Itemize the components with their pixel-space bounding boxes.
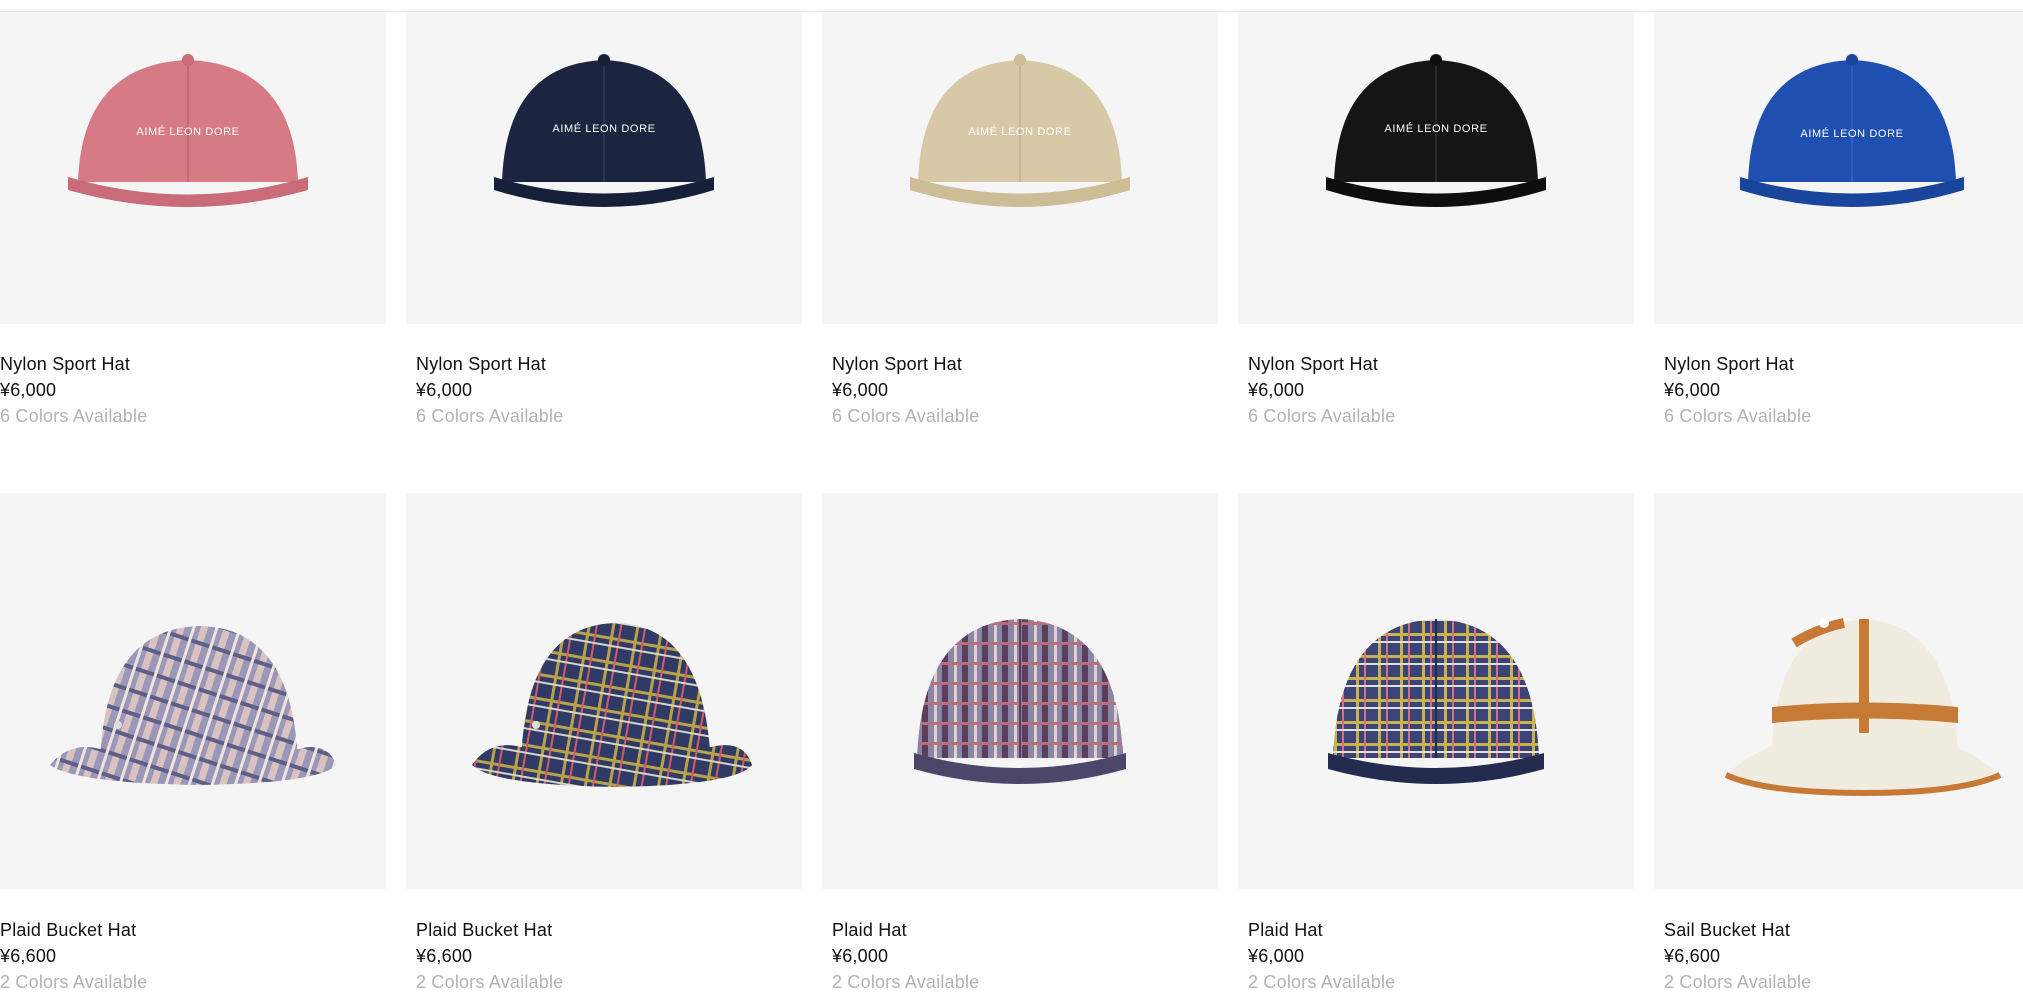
product-colors-available: 6 Colors Available: [1664, 406, 1812, 426]
product-name[interactable]: Plaid Bucket Hat: [416, 918, 563, 942]
product-image[interactable]: AIMÉ LEON DORE: [406, 12, 802, 324]
product-image[interactable]: [1238, 493, 1634, 889]
bucket-hat-icon: [472, 623, 752, 787]
product-image[interactable]: AIMÉ LEON DORE: [0, 12, 386, 324]
product-price: ¥6,000: [1248, 946, 1305, 966]
product-name[interactable]: Nylon Sport Hat: [0, 352, 147, 376]
plaid-cap-icon: [1328, 619, 1544, 784]
hat-logo-text: AIMÉ LEON DORE: [968, 125, 1071, 138]
product-colors-available: 6 Colors Available: [1248, 406, 1396, 426]
product-price: ¥6,000: [1248, 380, 1305, 400]
product-image[interactable]: [406, 493, 802, 889]
cap-icon: AIMÉ LEON DORE: [1326, 54, 1546, 207]
product-price: ¥6,000: [0, 380, 57, 400]
product-price: ¥6,000: [832, 380, 889, 400]
plaid-cap-icon: [914, 619, 1126, 784]
product-price: ¥6,600: [0, 946, 57, 966]
hat-logo-text: AIMÉ LEON DORE: [552, 122, 655, 135]
product-name[interactable]: Nylon Sport Hat: [1664, 352, 1811, 376]
product-colors-available: 6 Colors Available: [832, 406, 980, 426]
product-colors-available: 2 Colors Available: [832, 972, 980, 992]
product-price: ¥6,000: [1664, 380, 1721, 400]
product-name[interactable]: Nylon Sport Hat: [1248, 352, 1395, 376]
product-colors-available: 2 Colors Available: [416, 972, 564, 992]
cap-icon: AIMÉ LEON DORE: [910, 54, 1130, 207]
hat-logo-text: AIMÉ LEON DORE: [136, 125, 239, 138]
product-colors-available: 2 Colors Available: [1664, 972, 1812, 992]
cap-icon: AIMÉ LEON DORE: [1740, 54, 1964, 207]
product-image[interactable]: AIMÉ LEON DORE: [1238, 12, 1634, 324]
product-colors-available: 2 Colors Available: [0, 972, 148, 992]
product-price: ¥6,600: [1664, 946, 1721, 966]
cap-icon: AIMÉ LEON DORE: [494, 54, 714, 207]
product-name[interactable]: Plaid Hat: [832, 918, 979, 942]
bucket-hat-icon: [50, 626, 336, 785]
product-image[interactable]: AIMÉ LEON DORE: [822, 12, 1218, 324]
bell-hat-icon: [1724, 618, 2002, 797]
product-name[interactable]: Plaid Bucket Hat: [0, 918, 147, 942]
product-image[interactable]: [1654, 493, 2023, 889]
product-image[interactable]: AIMÉ LEON DORE: [1654, 12, 2023, 324]
product-price: ¥6,600: [416, 946, 473, 966]
cap-icon: AIMÉ LEON DORE: [68, 54, 308, 207]
product-colors-available: 6 Colors Available: [0, 406, 148, 426]
product-name[interactable]: Plaid Hat: [1248, 918, 1395, 942]
hat-logo-text: AIMÉ LEON DORE: [1800, 127, 1903, 140]
product-image[interactable]: [822, 493, 1218, 889]
product-price: ¥6,000: [416, 380, 473, 400]
product-colors-available: 2 Colors Available: [1248, 972, 1396, 992]
product-name[interactable]: Nylon Sport Hat: [416, 352, 563, 376]
product-colors-available: 6 Colors Available: [416, 406, 564, 426]
hat-logo-text: AIMÉ LEON DORE: [1384, 122, 1487, 135]
header-divider: [0, 0, 2023, 12]
product-name[interactable]: Sail Bucket Hat: [1664, 918, 1811, 942]
product-name[interactable]: Nylon Sport Hat: [832, 352, 979, 376]
product-price: ¥6,000: [832, 946, 889, 966]
product-image[interactable]: [0, 493, 386, 889]
